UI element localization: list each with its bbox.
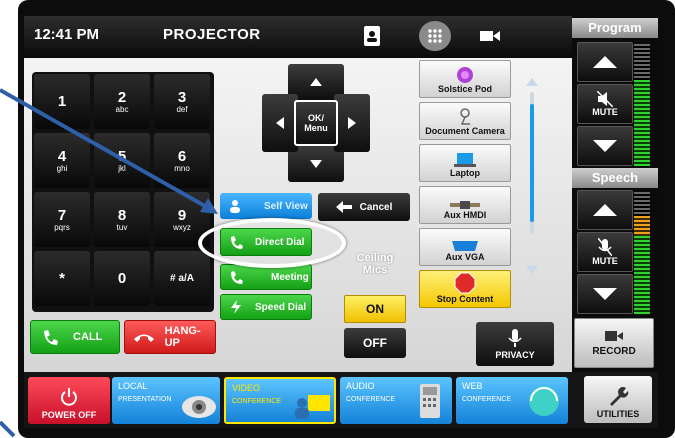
pointer-arrow: [0, 88, 218, 214]
pointer-arrow-lower: [0, 420, 16, 438]
annotation-arrows: [0, 88, 218, 438]
